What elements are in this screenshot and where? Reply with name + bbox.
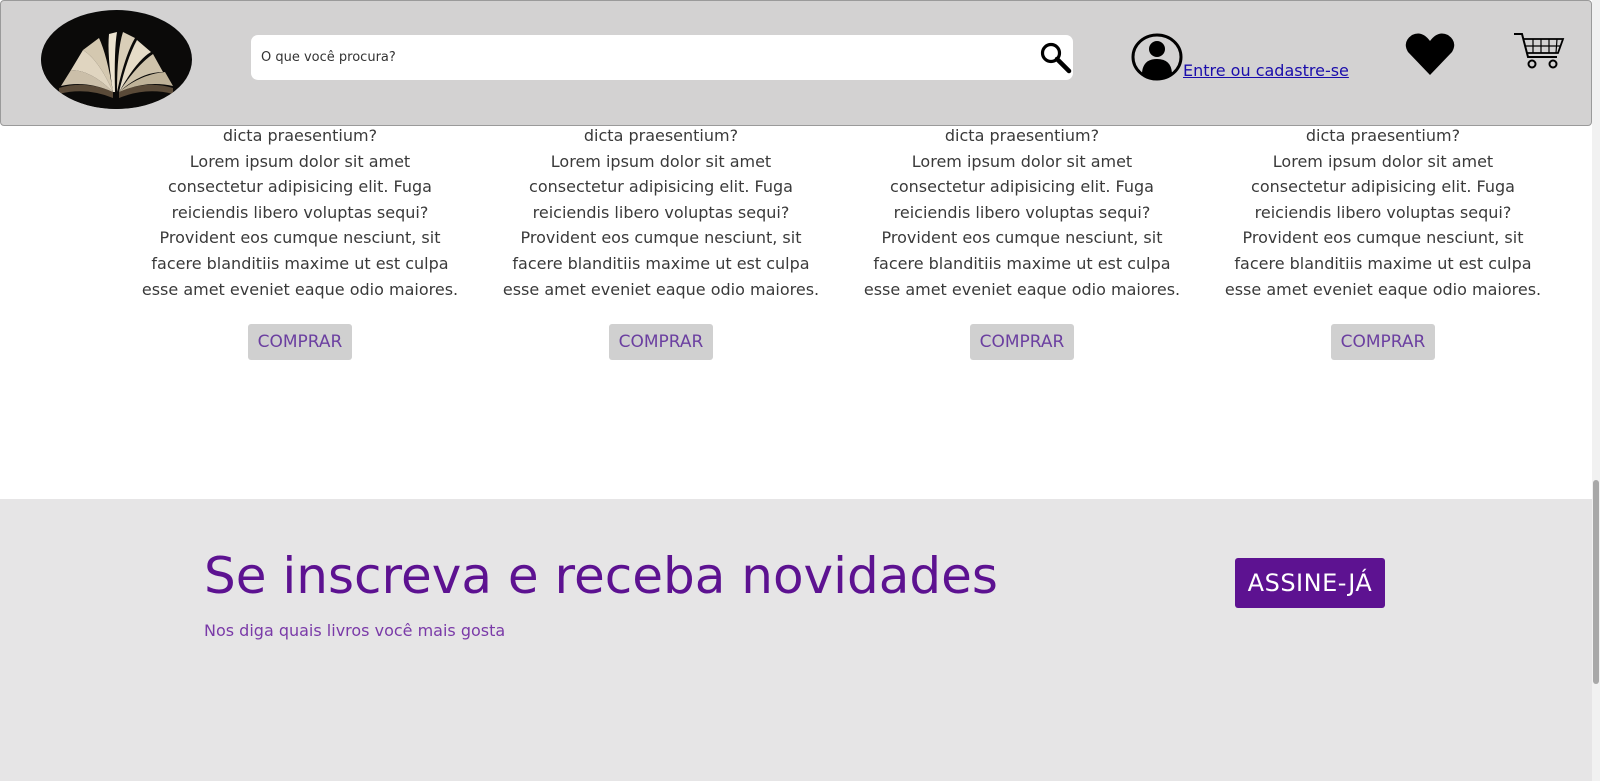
- product-description: dicta praesentium? Lorem ipsum dolor sit…: [1223, 123, 1543, 302]
- text-line: facere blanditiis maxime ut est culpa: [873, 253, 1171, 273]
- text-line: facere blanditiis maxime ut est culpa: [512, 253, 810, 273]
- scrollbar-thumb[interactable]: [1593, 480, 1599, 684]
- newsletter-subtitle: Nos diga quais livros você mais gosta: [204, 621, 506, 640]
- text-line: esse amet eveniet eaque odio maiores.: [502, 279, 820, 299]
- buy-button[interactable]: COMPRAR: [969, 324, 1075, 361]
- text-line: consectetur adipisicing elit. Fuga: [890, 177, 1154, 197]
- text-line: Provident eos cumque nesciunt, sit: [1242, 228, 1524, 248]
- text-line: dicta praesentium?: [583, 126, 739, 145]
- book-icon: [41, 11, 191, 109]
- text-line: Lorem ipsum dolor sit amet: [911, 151, 1133, 171]
- text-line: Provident eos cumque nesciunt, sit: [520, 228, 802, 248]
- text-line: esse amet eveniet eaque odio maiores.: [1224, 279, 1542, 299]
- product-description: dicta praesentium? Lorem ipsum dolor sit…: [140, 123, 460, 302]
- search-icon[interactable]: [1039, 41, 1073, 75]
- text-line: dicta praesentium?: [944, 126, 1100, 145]
- text-line: dicta praesentium?: [222, 126, 378, 145]
- text-line: dicta praesentium?: [1305, 126, 1461, 145]
- text-line: esse amet eveniet eaque odio maiores.: [863, 279, 1181, 299]
- product-card: dicta praesentium? Lorem ipsum dolor sit…: [1223, 123, 1543, 361]
- newsletter-title: Se inscreva e receba novidades: [204, 547, 998, 605]
- text-line: Provident eos cumque nesciunt, sit: [881, 228, 1163, 248]
- product-description: dicta praesentium? Lorem ipsum dolor sit…: [862, 123, 1182, 302]
- text-line: reiciendis libero voluptas sequi?: [1254, 202, 1512, 222]
- text-line: consectetur adipisicing elit. Fuga: [529, 177, 793, 197]
- product-card: dicta praesentium? Lorem ipsum dolor sit…: [501, 123, 821, 361]
- product-card: dicta praesentium? Lorem ipsum dolor sit…: [862, 123, 1182, 361]
- open-book-logo[interactable]: [41, 10, 192, 109]
- newsletter-section: Se inscreva e receba novidades Nos diga …: [0, 499, 1592, 781]
- text-line: reiciendis libero voluptas sequi?: [532, 202, 790, 222]
- subscribe-button[interactable]: ASSINE-JÁ: [1235, 558, 1385, 608]
- text-line: reiciendis libero voluptas sequi?: [893, 202, 1151, 222]
- text-line: consectetur adipisicing elit. Fuga: [1251, 177, 1515, 197]
- user-icon[interactable]: [1131, 33, 1183, 81]
- text-line: facere blanditiis maxime ut est culpa: [1234, 253, 1532, 273]
- buy-button[interactable]: COMPRAR: [608, 324, 714, 361]
- search-bar: [251, 35, 1073, 80]
- login-link[interactable]: Entre ou cadastre-se: [1183, 61, 1349, 80]
- cart-icon[interactable]: [1513, 31, 1565, 71]
- text-line: Lorem ipsum dolor sit amet: [189, 151, 411, 171]
- text-line: Lorem ipsum dolor sit amet: [550, 151, 772, 171]
- heart-icon[interactable]: [1404, 32, 1456, 76]
- buy-button[interactable]: COMPRAR: [1330, 324, 1436, 361]
- text-line: esse amet eveniet eaque odio maiores.: [141, 279, 459, 299]
- buy-button[interactable]: COMPRAR: [247, 324, 353, 361]
- site-header: Entre ou cadastre-se: [0, 0, 1592, 126]
- text-line: reiciendis libero voluptas sequi?: [171, 202, 429, 222]
- search-input[interactable]: [261, 35, 1001, 80]
- text-line: facere blanditiis maxime ut est culpa: [151, 253, 449, 273]
- page-scrollbar[interactable]: [1592, 0, 1600, 781]
- product-card: dicta praesentium? Lorem ipsum dolor sit…: [140, 123, 460, 361]
- text-line: Lorem ipsum dolor sit amet: [1272, 151, 1494, 171]
- text-line: consectetur adipisicing elit. Fuga: [168, 177, 432, 197]
- text-line: Provident eos cumque nesciunt, sit: [159, 228, 441, 248]
- product-description: dicta praesentium? Lorem ipsum dolor sit…: [501, 123, 821, 302]
